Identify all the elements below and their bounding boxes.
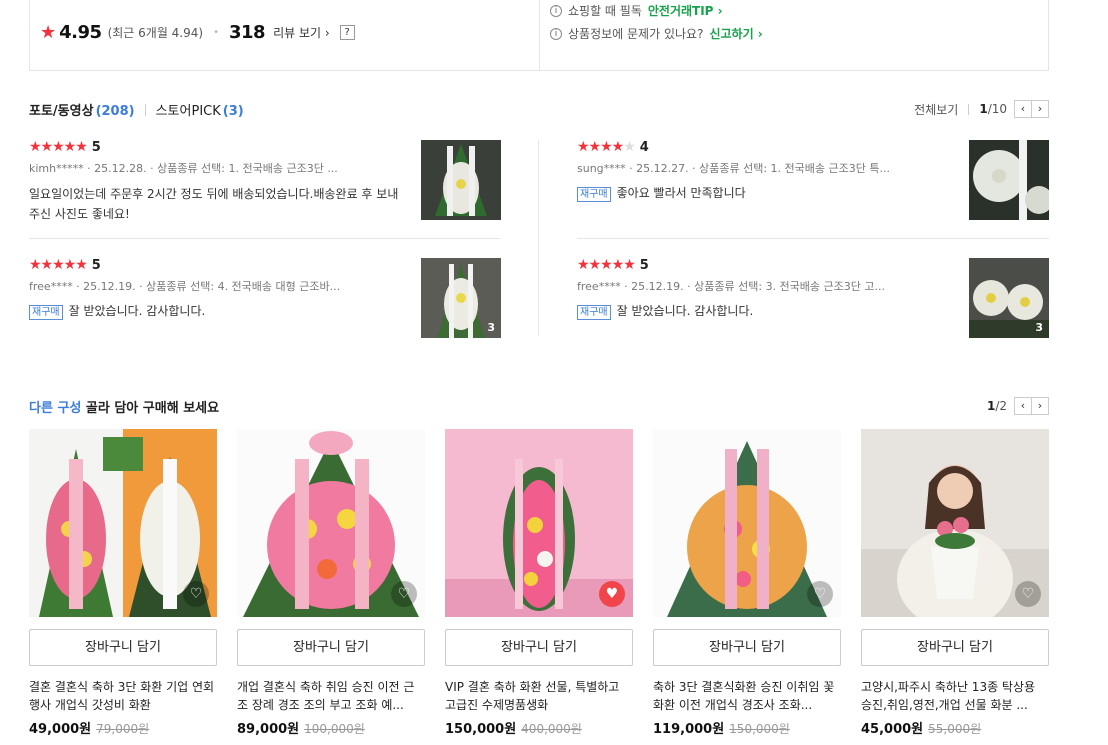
review-item[interactable]: ★★★★★ 5 free**** · 25.12.19. · 상품종류 선택: 4…: [29, 258, 501, 340]
review-text: 잘 받았습니다. 감사합니다.: [68, 304, 206, 318]
safety-tip: i 쇼핑할 때 필독 안전거래TIP ›: [550, 2, 723, 19]
wishlist-heart-icon[interactable]: ♡: [391, 581, 417, 607]
original-price: 55,000원: [928, 722, 982, 736]
view-all-link[interactable]: 전체보기: [914, 101, 958, 118]
product-image[interactable]: ♥: [445, 429, 633, 617]
product-card[interactable]: ♥ 장바구니 담기 VIP 결혼 축하 화환 선물, 특별하고 고급진 수제명품…: [445, 429, 633, 737]
other-options-title: 다른 구성 골라 담아 구매해 보세요: [29, 401, 220, 416]
review-score: 5: [91, 257, 101, 273]
review-meta: free**** · 25.12.19. · 상품종류 선택: 4. 전국배송 …: [29, 280, 341, 293]
review-column-divider: [538, 140, 539, 336]
review-meta: kimh***** · 25.12.28. · 상품종류 선택: 1. 전국배송…: [29, 162, 338, 175]
dot-separator: •: [213, 27, 219, 38]
page-total: /10: [987, 102, 1007, 116]
review-photo[interactable]: 3: [421, 258, 501, 338]
review-text: 좋아요 빨라서 만족합니다: [616, 186, 746, 200]
tab-store-pick[interactable]: 스토어PICK (3): [156, 100, 244, 119]
rebuy-badge: 재구매: [577, 305, 611, 320]
safety-tip-link[interactable]: 안전거래TIP ›: [648, 2, 723, 19]
review-item[interactable]: ★★★★★ 5 kimh***** · 25.12.28. · 상품종류 선택: …: [29, 140, 501, 222]
original-price: 150,000원: [729, 722, 790, 736]
review-photo[interactable]: [969, 140, 1049, 220]
review-score: 5: [91, 139, 101, 155]
add-to-cart-button[interactable]: 장바구니 담기: [237, 629, 425, 666]
other-options-header: 다른 구성 골라 담아 구매해 보세요 1/2 ‹ ›: [29, 397, 1049, 417]
review-item[interactable]: ★★★★★ 5 free**** · 25.12.19. · 상품종류 선택: 3…: [577, 258, 1049, 340]
wishlist-heart-icon[interactable]: ♡: [183, 581, 209, 607]
review-stars: ★★★★★: [577, 139, 636, 155]
next-page-button[interactable]: ›: [1031, 397, 1049, 415]
prev-page-button[interactable]: ‹: [1014, 397, 1032, 415]
product-image[interactable]: ♡: [29, 429, 217, 617]
product-card[interactable]: ♡ 장바구니 담기 고양시,파주시 축하난 13종 탁상용 승진,취임,영전,개…: [861, 429, 1049, 737]
review-stars: ★★★★★: [577, 257, 636, 273]
review-view-link[interactable]: 리뷰 보기 ›: [273, 24, 330, 41]
product-name[interactable]: 결혼 결혼식 축하 3단 화환 기업 연회 행사 개업식 갓성비 화환: [29, 678, 217, 714]
review-stars: ★★★★★: [29, 257, 88, 273]
review-stars: ★★★★★: [29, 139, 88, 155]
help-icon[interactable]: ?: [339, 25, 355, 40]
review-text: 잘 받았습니다. 감사합니다.: [616, 304, 754, 318]
page-current: 1: [979, 102, 988, 116]
review-score: 4: [639, 139, 649, 155]
tab-photo-video[interactable]: 포토/동영상 (208): [29, 100, 135, 119]
add-to-cart-button[interactable]: 장바구니 담기: [861, 629, 1049, 666]
product-name[interactable]: 고양시,파주시 축하난 13종 탁상용 승진,취임,영전,개업 선물 화분 ..…: [861, 678, 1049, 714]
rebuy-badge: 재구매: [29, 305, 63, 320]
review-score: 5: [639, 257, 649, 273]
rebuy-badge: 재구매: [577, 187, 611, 202]
info-icon: i: [550, 27, 562, 40]
report-tip-text: 상품정보에 문제가 있나요?: [568, 27, 704, 41]
review-text: 일요일이었는데 주문후 2시간 정도 뒤에 배송되었습니다.배송완료 후 보내주…: [29, 187, 399, 221]
product-image[interactable]: ♡: [237, 429, 425, 617]
product-price: 150,000원 400,000원: [445, 722, 582, 737]
prev-page-button[interactable]: ‹: [1014, 100, 1032, 118]
safety-tip-text: 쇼핑할 때 필독: [568, 4, 642, 18]
product-card[interactable]: ♡ 장바구니 담기 축하 3단 결혼식화환 승진 이취임 꽃 화환 이전 개업식…: [653, 429, 841, 737]
wishlist-heart-icon[interactable]: ♡: [1015, 581, 1041, 607]
page-current: 1: [986, 399, 996, 413]
review-count: 318: [228, 22, 266, 43]
review-item[interactable]: ★★★★★ 4 sung**** · 25.12.27. · 상품종류 선택: 1…: [577, 140, 1049, 222]
review-meta: sung**** · 25.12.27. · 상품종류 선택: 1. 전국배송 …: [577, 162, 890, 175]
add-to-cart-button[interactable]: 장바구니 담기: [29, 629, 217, 666]
info-icon: i: [550, 4, 562, 17]
original-price: 100,000원: [304, 722, 365, 736]
tab-separator: [144, 103, 146, 116]
page-total: /2: [995, 399, 1007, 413]
photo-count: 3: [1035, 321, 1043, 334]
product-price: 119,000원 150,000원: [653, 722, 790, 737]
original-price: 400,000원: [521, 722, 582, 736]
product-card[interactable]: ♡ 장바구니 담기 결혼 결혼식 축하 3단 화환 기업 연회 행사 개업식 갓…: [29, 429, 217, 737]
product-image[interactable]: ♡: [653, 429, 841, 617]
add-to-cart-button[interactable]: 장바구니 담기: [445, 629, 633, 666]
summary-divider: [539, 0, 540, 70]
recent-rating: (최근 6개월 4.94): [107, 26, 204, 40]
review-row-divider: [577, 238, 1049, 239]
average-rating: 4.95: [59, 22, 102, 43]
star-icon: ★: [40, 21, 57, 43]
wishlist-heart-icon[interactable]: ♡: [807, 581, 833, 607]
report-link[interactable]: 신고하기 ›: [709, 25, 762, 42]
product-name[interactable]: 축하 3단 결혼식화환 승진 이취임 꽃 화환 이전 개업식 경조사 조화...: [653, 678, 841, 714]
product-card[interactable]: ♡ 장바구니 담기 개업 결혼식 축하 취임 승진 이전 근조 장례 경조 조의…: [237, 429, 425, 737]
product-name[interactable]: VIP 결혼 축하 화환 선물, 특별하고 고급진 수제명품생화: [445, 678, 633, 714]
photo-review-header: 포토/동영상 (208) 스토어PICK (3) 전체보기 1/10 ‹ ›: [29, 100, 1049, 120]
product-name[interactable]: 개업 결혼식 축하 취임 승진 이전 근조 장례 경조 조의 부고 조화 예..…: [237, 678, 425, 714]
next-page-button[interactable]: ›: [1031, 100, 1049, 118]
review-row-divider: [29, 238, 500, 239]
add-to-cart-button[interactable]: 장바구니 담기: [653, 629, 841, 666]
wishlist-heart-icon[interactable]: ♥: [599, 581, 625, 607]
rating-summary: ★ 4.95 (최근 6개월 4.94) • 318 리뷰 보기 › ?: [40, 22, 355, 43]
original-price: 79,000원: [96, 722, 150, 736]
product-price: 89,000원 100,000원: [237, 722, 365, 737]
photo-count: 3: [487, 321, 495, 334]
product-price: 49,000원 79,000원: [29, 722, 150, 737]
product-image[interactable]: ♡: [861, 429, 1049, 617]
review-photo[interactable]: 3: [969, 258, 1049, 338]
review-meta: free**** · 25.12.19. · 상품종류 선택: 3. 전국배송 …: [577, 280, 886, 293]
review-photo[interactable]: [421, 140, 501, 220]
report-tip: i 상품정보에 문제가 있나요? 신고하기 ›: [550, 25, 763, 42]
product-price: 45,000원 55,000원: [861, 722, 982, 737]
